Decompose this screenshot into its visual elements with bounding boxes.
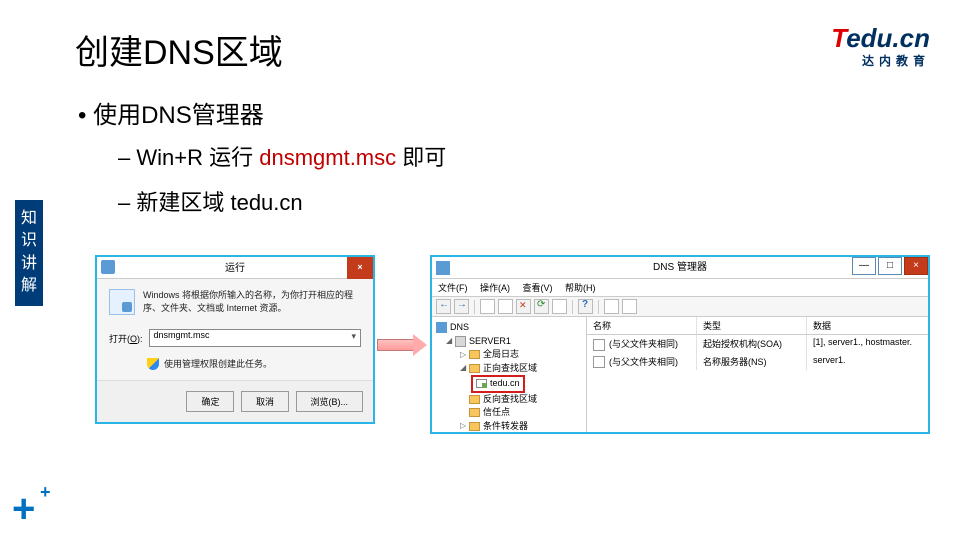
- arrow-icon: [377, 336, 427, 354]
- list-icon[interactable]: [604, 299, 619, 314]
- bullet-level2-a: Win+R 运行 dnsmgmt.msc 即可: [118, 140, 446, 172]
- toolbar: [432, 297, 928, 317]
- tree-global-log[interactable]: ▷全局日志: [436, 348, 582, 362]
- shield-icon: [147, 358, 159, 370]
- tree-root[interactable]: DNS: [436, 321, 582, 335]
- ok-button[interactable]: 确定: [186, 391, 234, 412]
- slide-title: 创建DNS区域: [75, 25, 283, 74]
- forward-icon[interactable]: [454, 299, 469, 314]
- admin-note: 使用管理权限创建此任务。: [164, 357, 272, 370]
- col-name[interactable]: 名称: [587, 317, 697, 334]
- doc-icon[interactable]: [480, 299, 495, 314]
- tree-trust-points[interactable]: 信任点: [436, 406, 582, 420]
- list-row[interactable]: (与父文件夹相同) 名称服务器(NS) server1.: [587, 353, 928, 371]
- col-type[interactable]: 类型: [697, 317, 807, 334]
- list-header: 名称 类型 数据: [587, 317, 928, 335]
- minimize-button[interactable]: —: [852, 257, 876, 275]
- browse-button[interactable]: 浏览(B)...: [296, 391, 364, 412]
- brand-logo: Tedu.cn 达内教育: [831, 23, 930, 69]
- close-button[interactable]: ×: [904, 257, 928, 275]
- open-label: 打开(O):: [109, 332, 143, 345]
- delete-icon[interactable]: [516, 299, 531, 314]
- list-row[interactable]: (与父文件夹相同) 起始授权机构(SOA) [1], server1., hos…: [587, 335, 928, 353]
- run-dialog: 运行 × Windows 将根据你所输入的名称，为你打开相应的程序、文件夹、文档…: [95, 255, 375, 424]
- menu-view[interactable]: 查看(V): [523, 283, 553, 293]
- col-data[interactable]: 数据: [807, 317, 928, 334]
- back-icon[interactable]: [436, 299, 451, 314]
- maximize-button[interactable]: □: [878, 257, 902, 275]
- list-pane: 名称 类型 数据 (与父文件夹相同) 起始授权机构(SOA) [1], serv…: [587, 317, 928, 432]
- cancel-button[interactable]: 取消: [241, 391, 289, 412]
- menu-help[interactable]: 帮助(H): [565, 283, 596, 293]
- list2-icon[interactable]: [622, 299, 637, 314]
- help-icon[interactable]: [578, 299, 593, 314]
- menu-file[interactable]: 文件(F): [438, 283, 468, 293]
- decoration-plus: ++: [12, 487, 35, 532]
- open-input[interactable]: dnsmgmt.msc: [149, 329, 361, 347]
- folder-icon[interactable]: [498, 299, 513, 314]
- bullet-level1: 使用DNS管理器: [78, 95, 264, 130]
- dns-app-icon: [436, 261, 450, 275]
- dns-titlebar: DNS 管理器 — □ ×: [432, 257, 928, 279]
- close-button[interactable]: ×: [347, 257, 373, 279]
- dns-manager-window: DNS 管理器 — □ × 文件(F) 操作(A) 查看(V) 帮助(H): [430, 255, 930, 434]
- run-icon: [101, 260, 115, 274]
- menu-action[interactable]: 操作(A): [480, 283, 510, 293]
- refresh-icon[interactable]: [534, 299, 549, 314]
- tree-pane: DNS ◢SERVER1 ▷全局日志 ◢正向查找区域 tedu.cn 反向查找区…: [432, 317, 587, 432]
- tree-zone-selected[interactable]: tedu.cn: [436, 375, 582, 393]
- tree-reverse-zones[interactable]: 反向查找区域: [436, 393, 582, 407]
- run-description: Windows 将根据你所输入的名称，为你打开相应的程序、文件夹、文档或 Int…: [143, 289, 361, 315]
- properties-icon[interactable]: [552, 299, 567, 314]
- menubar: 文件(F) 操作(A) 查看(V) 帮助(H): [432, 279, 928, 297]
- run-titlebar: 运行 ×: [97, 257, 373, 279]
- run-app-icon: [109, 289, 135, 315]
- tree-server[interactable]: ◢SERVER1: [436, 335, 582, 349]
- side-tag: 知识讲解: [15, 200, 43, 306]
- tree-forward-zones[interactable]: ◢正向查找区域: [436, 362, 582, 376]
- run-title-text: 运行: [225, 263, 245, 274]
- bullet-level2-b: 新建区域 tedu.cn: [118, 185, 303, 217]
- tree-conditional-fwd[interactable]: ▷条件转发器: [436, 420, 582, 433]
